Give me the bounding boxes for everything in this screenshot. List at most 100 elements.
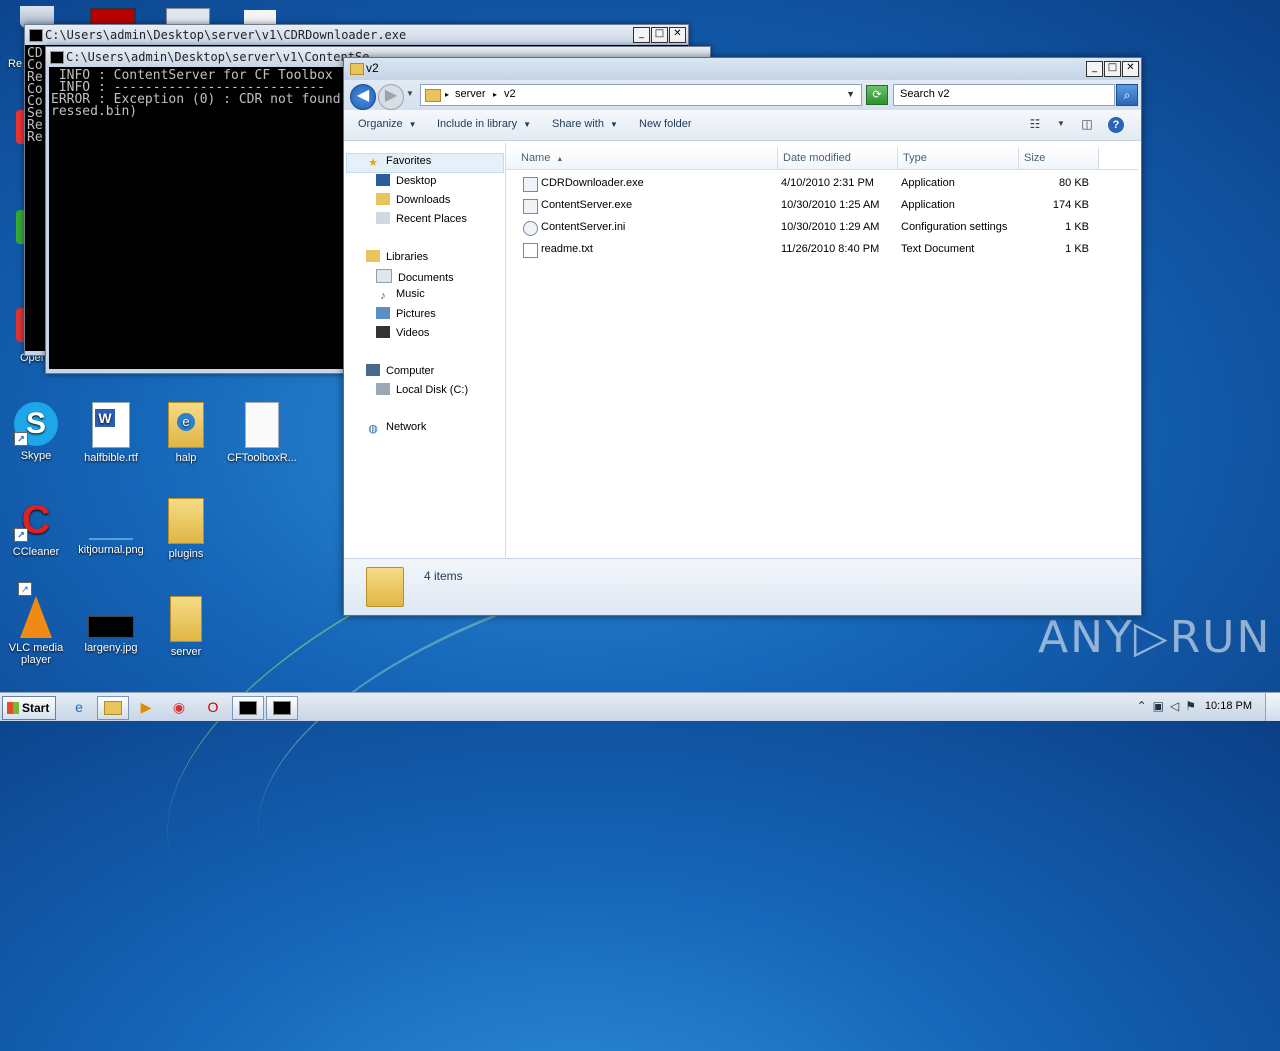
volume-icon[interactable]: ◁ [1170, 699, 1185, 713]
help-icon[interactable]: ? [1108, 117, 1124, 133]
share-label: Share with [552, 118, 604, 130]
refresh-button[interactable]: ⟳ [866, 85, 888, 105]
search-icon[interactable]: ⌕ [1116, 84, 1138, 106]
chevron-right-icon[interactable]: ▸ [445, 90, 449, 99]
console-taskbar-button[interactable] [232, 696, 264, 720]
nav-music[interactable]: ♪ Music [376, 288, 424, 302]
organize-button[interactable]: Organize ▼ [358, 118, 417, 130]
desktop-icon-server[interactable]: server [146, 596, 226, 658]
file-size: 1 KB [1065, 243, 1089, 255]
file-size: 80 KB [1059, 177, 1089, 189]
file-size: 1 KB [1065, 221, 1089, 233]
chevron-right-icon[interactable]: ▸ [493, 90, 497, 99]
desktop-icon-plugins[interactable]: plugins [146, 498, 226, 560]
recent-pages-dropdown[interactable]: ▼ [406, 89, 414, 98]
nav-label: Libraries [386, 251, 429, 263]
nav-pictures[interactable]: Pictures [376, 307, 436, 320]
system-tray[interactable]: ⌃▣◁⚑ [1137, 699, 1202, 713]
file-date: 10/30/2010 1:29 AM [781, 221, 880, 233]
column-header-size[interactable]: Size [1019, 147, 1099, 169]
nav-label: Local Disk (C:) [396, 384, 469, 396]
chevron-up-icon[interactable]: ⌃ [1137, 699, 1153, 713]
flag-icon[interactable]: ⚑ [1185, 699, 1202, 713]
details-pane: 4 items [344, 558, 1141, 615]
close-button[interactable]: ✕ [1122, 61, 1139, 77]
desktop-icon-skype[interactable]: S ↗ Skype [0, 402, 76, 462]
include-label: Include in library [437, 118, 518, 130]
desktop-icon-ccleaner[interactable]: C ↗ CCleaner [0, 498, 76, 558]
console-icon [29, 29, 43, 42]
explorer-window[interactable]: v2 _ □ ✕ ◀ ▶ ▼ ▸ server ▸ v2 ▼ ⟳ Search v2… [343, 57, 1142, 616]
folder-icon [168, 498, 204, 544]
back-button[interactable]: ◀ [350, 84, 376, 110]
chrome-icon[interactable]: ◉ [164, 696, 194, 718]
window-titlebar[interactable]: C:\Users\admin\Desktop\server\v1\CDRDown… [25, 25, 688, 45]
videos-icon [376, 326, 390, 338]
file-type: Application [901, 177, 955, 189]
nav-documents[interactable]: Documents [376, 269, 454, 284]
breadcrumb-v2[interactable]: v2 [504, 88, 516, 100]
table-row[interactable]: ContentServer.ini 10/30/2010 1:29 AM Con… [521, 218, 1121, 238]
desktop-icon-kitjournal[interactable]: kitjournal.png [71, 498, 151, 556]
nav-recent-places[interactable]: Recent Places [376, 212, 467, 225]
nav-videos[interactable]: Videos [376, 326, 429, 339]
nav-local-disk[interactable]: Local Disk (C:) [376, 383, 468, 396]
desktop-icon-largeny[interactable]: largeny.jpg [71, 596, 151, 654]
file-size: 174 KB [1052, 199, 1089, 211]
folder-icon [170, 596, 202, 642]
nav-favorites[interactable]: ★ Favorites [366, 155, 431, 169]
document-icon [245, 402, 279, 448]
nav-network[interactable]: ◍ Network [366, 421, 426, 435]
start-button[interactable]: Start [2, 696, 56, 720]
window-titlebar[interactable]: v2 _ □ ✕ [344, 58, 1141, 80]
watermark: ANY▷RUN [1038, 612, 1272, 663]
libraries-icon [366, 250, 380, 262]
chevron-down-icon: ▼ [523, 120, 532, 129]
table-row[interactable]: ContentServer.exe 10/30/2010 1:25 AM App… [521, 196, 1121, 216]
show-desktop-button[interactable] [1265, 693, 1280, 721]
sort-up-icon: ▲ [556, 156, 564, 163]
exe-file-icon [523, 177, 538, 192]
explorer-taskbar-button[interactable] [97, 696, 129, 720]
nav-desktop[interactable]: Desktop [376, 174, 436, 187]
column-header-type[interactable]: Type [898, 147, 1019, 169]
computer-icon [366, 364, 380, 376]
new-folder-button[interactable]: New folder [639, 118, 692, 130]
column-header-date[interactable]: Date modified [778, 147, 898, 169]
column-header-name[interactable]: Name ▲ [506, 147, 778, 169]
maximize-button[interactable]: □ [1104, 61, 1121, 77]
include-in-library-button[interactable]: Include in library ▼ [437, 118, 531, 130]
forward-button[interactable]: ▶ [378, 84, 404, 110]
desktop-icon-vlc[interactable]: ↗ VLC media player [0, 582, 76, 666]
media-player-icon[interactable]: ▶ [131, 696, 161, 718]
desktop-icon-cftoolbox[interactable]: CFToolboxR... [222, 402, 302, 464]
close-button[interactable]: ✕ [669, 27, 686, 43]
table-row[interactable]: readme.txt 11/26/2010 8:40 PM Text Docum… [521, 240, 1121, 260]
breadcrumb-server[interactable]: server [455, 88, 486, 100]
desktop-icon-halfbible[interactable]: W halfbible.rtf [71, 402, 151, 464]
desktop-icon-halp[interactable]: e halp [146, 402, 226, 464]
address-bar[interactable]: ▸ server ▸ v2 ▼ [420, 84, 862, 106]
ie-icon[interactable]: e [64, 696, 94, 718]
opera-icon[interactable]: O [198, 696, 228, 718]
console-taskbar-button[interactable] [266, 696, 298, 720]
nav-computer[interactable]: Computer [366, 364, 434, 377]
chevron-down-icon[interactable]: ▼ [846, 89, 855, 99]
preview-pane-icon[interactable]: ◫ [1078, 116, 1096, 132]
image-file-icon [88, 616, 134, 638]
minimize-button[interactable]: _ [633, 27, 650, 43]
start-label: Start [22, 701, 50, 715]
table-row[interactable]: CDRDownloader.exe 4/10/2010 2:31 PM Appl… [521, 174, 1121, 194]
views-icon[interactable]: ☷ [1026, 116, 1044, 132]
nav-label: Network [386, 421, 427, 433]
search-input[interactable]: Search v2 [893, 84, 1115, 106]
share-with-button[interactable]: Share with ▼ [552, 118, 618, 130]
clock[interactable]: 10:18 PM [1205, 700, 1252, 712]
maximize-button[interactable]: □ [651, 27, 668, 43]
network-icon[interactable]: ▣ [1153, 699, 1170, 713]
nav-downloads[interactable]: Downloads [376, 193, 450, 206]
chevron-down-icon[interactable]: ▼ [1052, 116, 1070, 132]
nav-libraries[interactable]: Libraries [366, 250, 428, 263]
desktop-icon-label: plugins [168, 548, 204, 560]
minimize-button[interactable]: _ [1086, 61, 1103, 77]
